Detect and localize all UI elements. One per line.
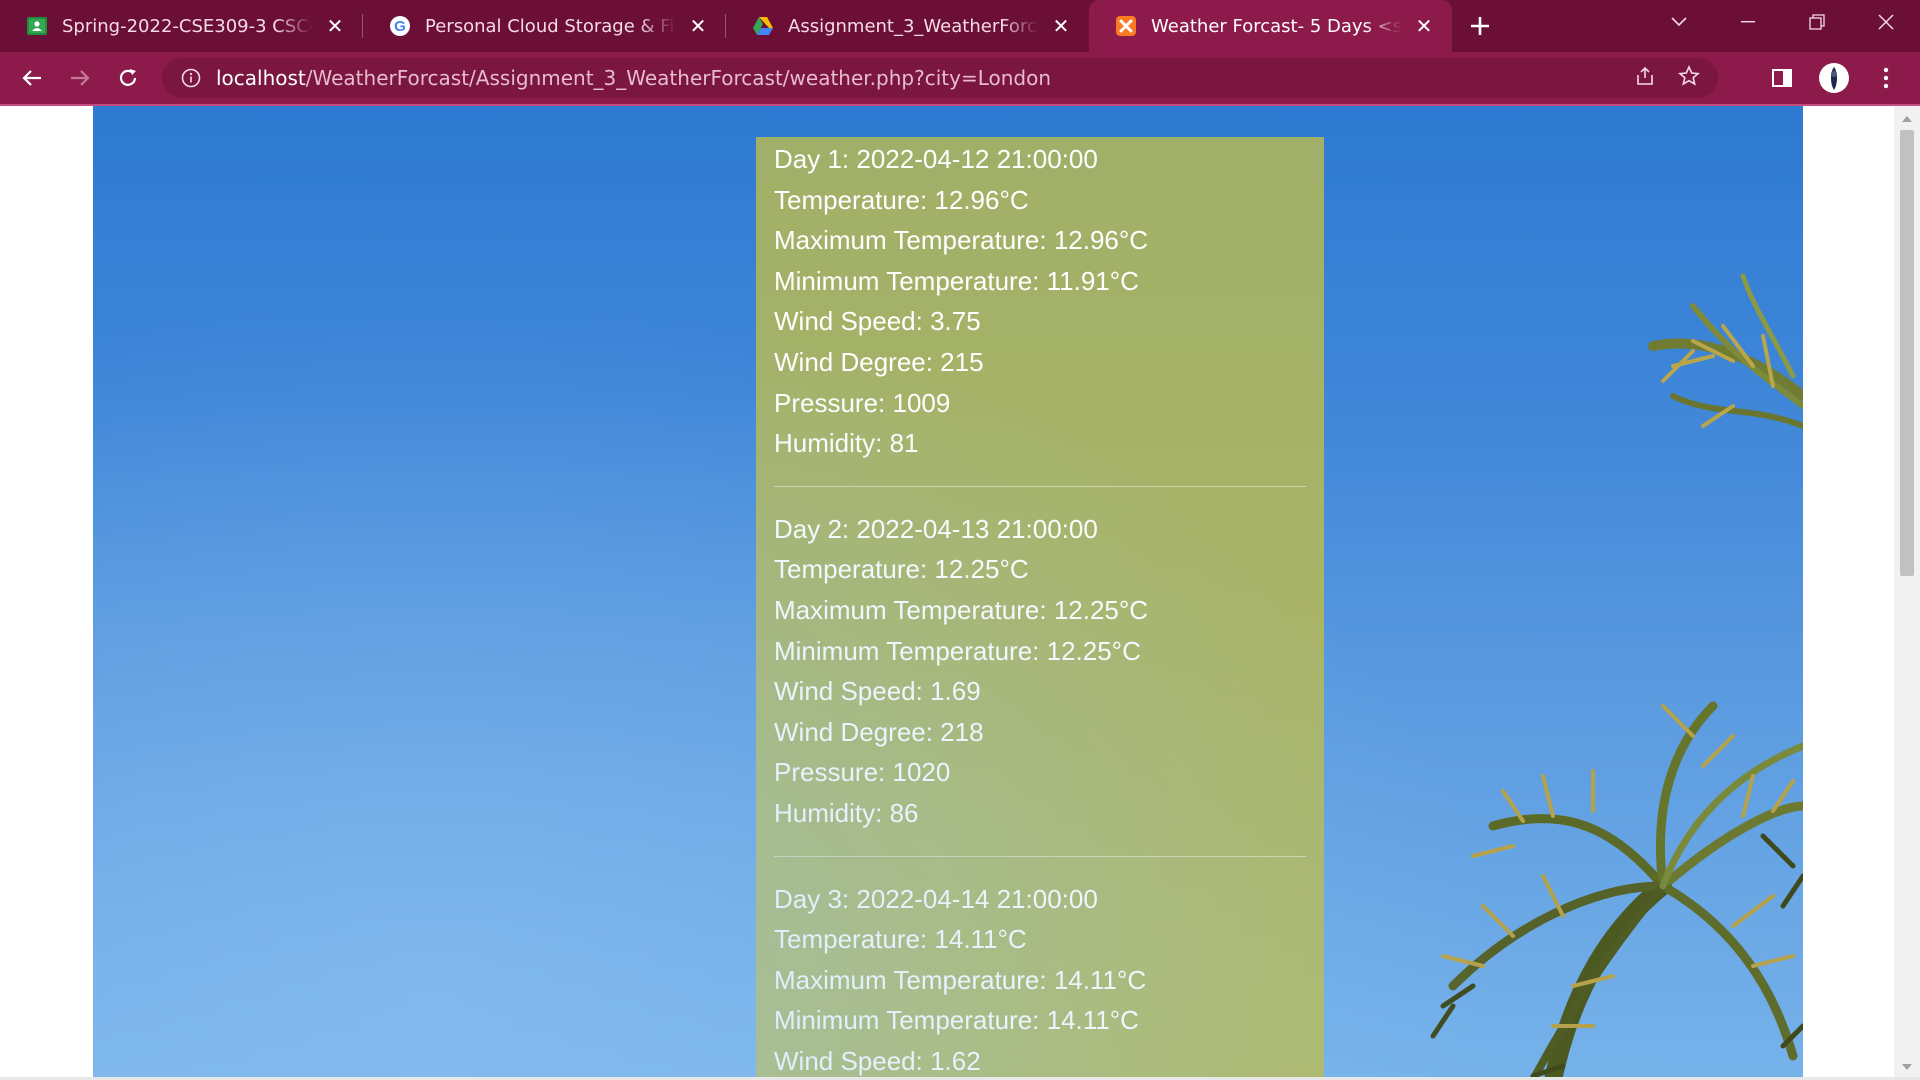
sky-background-image: Day 1: 2022-04-12 21:00:00 Temperature: … xyxy=(93,106,1803,1080)
share-icon[interactable] xyxy=(1634,65,1656,91)
tab-title: Spring-2022-CSE309-3 CSC455,C xyxy=(62,15,313,37)
forecast-day: Day 1: 2022-04-12 21:00:00 Temperature: … xyxy=(774,139,1306,487)
close-tab-icon[interactable]: ✕ xyxy=(1049,14,1073,38)
vertical-scrollbar[interactable] xyxy=(1894,106,1920,1080)
arrow-left-icon xyxy=(22,70,41,86)
toolbar-actions xyxy=(1766,58,1902,98)
close-icon xyxy=(1877,14,1894,30)
day-heading: Day 3: 2022-04-14 21:00:00 xyxy=(774,883,1098,914)
min-temperature-text: Minimum Temperature: 14.11°C xyxy=(774,1005,1139,1036)
kebab-menu-icon xyxy=(1883,67,1889,89)
profile-button[interactable] xyxy=(1818,62,1850,94)
svg-text:G: G xyxy=(394,18,406,35)
wind-degree-text: Wind Degree: 215 xyxy=(774,346,984,377)
scroll-down-arrow-icon[interactable] xyxy=(1902,1064,1912,1070)
omnibox-actions xyxy=(1634,58,1700,98)
url-text[interactable]: localhost/WeatherForcast/Assignment_3_We… xyxy=(216,66,1051,90)
url-host: localhost xyxy=(216,66,306,90)
restore-icon xyxy=(1808,14,1825,30)
browser-toolbar: localhost/WeatherForcast/Assignment_3_We… xyxy=(0,52,1920,104)
restore-button[interactable] xyxy=(1782,0,1851,44)
side-panel-icon xyxy=(1772,69,1792,87)
humidity-text: Humidity: 81 xyxy=(774,428,919,459)
menu-button[interactable] xyxy=(1870,62,1902,94)
scroll-up-arrow-icon[interactable] xyxy=(1902,116,1912,122)
wind-degree-text: Wind Degree: 218 xyxy=(774,716,984,747)
close-window-button[interactable] xyxy=(1851,0,1920,44)
close-tab-icon[interactable]: ✕ xyxy=(1412,14,1436,38)
classroom-icon xyxy=(26,15,48,37)
max-temperature-text: Maximum Temperature: 14.11°C xyxy=(774,964,1147,995)
plus-icon xyxy=(1471,17,1489,35)
tab-weather-forcast[interactable]: Weather Forcast- 5 Days <style> ✕ xyxy=(1089,0,1452,52)
day-heading: Day 2: 2022-04-13 21:00:00 xyxy=(774,513,1098,544)
pressure-text: Pressure: 1009 xyxy=(774,387,951,418)
temperature-text: Temperature: 12.96°C xyxy=(774,184,1029,215)
scrollbar-thumb[interactable] xyxy=(1900,130,1914,576)
xampp-icon xyxy=(1115,15,1137,37)
google-icon: G xyxy=(389,15,411,37)
wind-speed-text: Wind Speed: 3.75 xyxy=(774,306,981,337)
url-path: /WeatherForcast/Assignment_3_WeatherForc… xyxy=(305,66,1052,90)
avatar xyxy=(1819,63,1849,93)
tab-title: Assignment_3_WeatherForcast - ( xyxy=(788,15,1039,37)
back-button[interactable] xyxy=(12,58,52,98)
tab-title: Personal Cloud Storage & File Sh xyxy=(425,15,676,37)
site-info-icon[interactable] xyxy=(180,67,202,89)
tab-drive[interactable]: Assignment_3_WeatherForcast - ( ✕ xyxy=(726,0,1089,52)
tab-classroom[interactable]: Spring-2022-CSE309-3 CSC455,C ✕ xyxy=(0,0,363,52)
forward-button[interactable] xyxy=(60,58,100,98)
humidity-text: Humidity: 86 xyxy=(774,797,919,828)
minimize-button[interactable] xyxy=(1713,0,1782,44)
forecast-day: Day 2: 2022-04-13 21:00:00 Temperature: … xyxy=(774,509,1306,857)
palm-tree-image xyxy=(1430,273,1803,1080)
min-temperature-text: Minimum Temperature: 12.25°C xyxy=(774,635,1141,666)
day-divider xyxy=(774,485,1306,487)
close-tab-icon[interactable]: ✕ xyxy=(686,14,710,38)
arrow-right-icon xyxy=(71,70,90,86)
minimize-icon xyxy=(1740,21,1755,23)
window-controls xyxy=(1644,0,1920,44)
forecast-panel: Day 1: 2022-04-12 21:00:00 Temperature: … xyxy=(756,137,1324,1080)
tab-strip: Spring-2022-CSE309-3 CSC455,C ✕ G Person… xyxy=(0,0,1920,52)
close-tab-icon[interactable]: ✕ xyxy=(323,14,347,38)
forecast-day: Day 3: 2022-04-14 21:00:00 Temperature: … xyxy=(774,879,1306,1080)
day-divider xyxy=(774,855,1306,857)
temperature-text: Temperature: 12.25°C xyxy=(774,554,1029,585)
max-temperature-text: Maximum Temperature: 12.25°C xyxy=(774,594,1149,625)
day-heading: Day 1: 2022-04-12 21:00:00 xyxy=(774,144,1098,174)
wind-speed-text: Wind Speed: 1.69 xyxy=(774,676,981,707)
wind-speed-text: Wind Speed: 1.62 xyxy=(774,1045,981,1076)
max-temperature-text: Maximum Temperature: 12.96°C xyxy=(774,225,1149,256)
chevron-down-icon xyxy=(1670,17,1687,27)
reload-icon xyxy=(119,69,137,86)
min-temperature-text: Minimum Temperature: 11.91°C xyxy=(774,265,1139,296)
tab-title: Weather Forcast- 5 Days <style> xyxy=(1151,15,1402,37)
tab-search-button[interactable] xyxy=(1644,0,1713,44)
bookmark-star-icon[interactable] xyxy=(1678,65,1700,91)
drive-icon xyxy=(752,15,774,37)
temperature-text: Temperature: 14.11°C xyxy=(774,924,1027,955)
page-viewport: Day 1: 2022-04-12 21:00:00 Temperature: … xyxy=(0,106,1920,1080)
side-panel-button[interactable] xyxy=(1766,62,1798,94)
new-tab-button[interactable] xyxy=(1458,0,1502,52)
pressure-text: Pressure: 1020 xyxy=(774,757,951,788)
address-bar[interactable]: localhost/WeatherForcast/Assignment_3_We… xyxy=(162,58,1718,98)
reload-button[interactable] xyxy=(108,58,148,98)
tab-google[interactable]: G Personal Cloud Storage & File Sh ✕ xyxy=(363,0,726,52)
